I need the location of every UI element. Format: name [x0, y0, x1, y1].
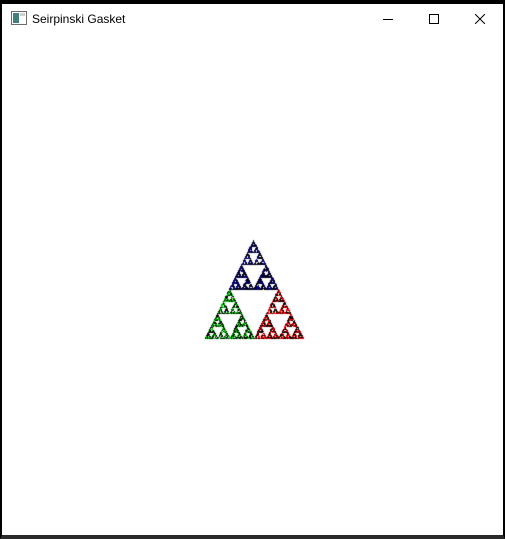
- sierpinski-gasket-canvas: [2, 34, 503, 535]
- maximize-icon: [429, 14, 439, 24]
- window-title: Seirpinski Gasket: [32, 12, 126, 26]
- drawing-area[interactable]: [2, 34, 503, 535]
- app-window: Seirpinski Gasket: [0, 0, 505, 539]
- maximize-button[interactable]: [411, 4, 457, 34]
- title-bar[interactable]: Seirpinski Gasket: [2, 4, 503, 34]
- minimize-button[interactable]: [365, 4, 411, 34]
- close-icon: [475, 14, 485, 24]
- window-app-icon[interactable]: [11, 11, 27, 25]
- close-button[interactable]: [457, 4, 503, 34]
- minimize-icon: [383, 19, 393, 20]
